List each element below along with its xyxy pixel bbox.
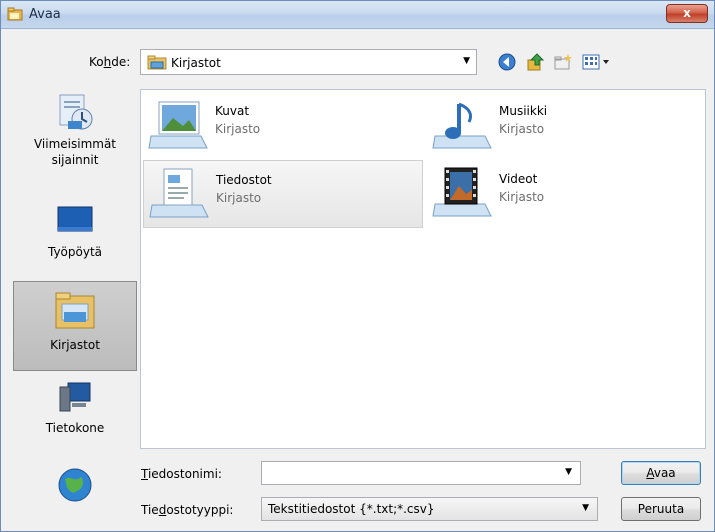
up-folder-icon[interactable] — [525, 52, 545, 72]
nav-network[interactable] — [13, 465, 137, 515]
new-folder-icon[interactable] — [553, 52, 573, 72]
filetype-label: Tiedostotyyppi: — [141, 503, 234, 517]
view-menu-icon[interactable] — [581, 52, 615, 72]
location-combo[interactable]: Kirjastot ▼ — [140, 49, 477, 75]
nav-label: Työpöytä — [47, 245, 103, 259]
folder-open-icon — [7, 7, 23, 21]
location-value: Kirjastot — [171, 56, 221, 70]
nav-desktop[interactable]: Työpöytä — [13, 193, 137, 281]
close-button[interactable]: x — [666, 4, 708, 23]
library-name: Tiedostot — [216, 173, 272, 187]
documents-library-icon — [149, 168, 209, 218]
library-folder-icon — [147, 55, 167, 70]
library-name: Musiikki — [499, 104, 548, 118]
library-type: Kirjasto — [499, 190, 545, 204]
filetype-select[interactable]: Tekstitiedostot {*.txt;*.csv} ▼ — [261, 497, 598, 521]
pictures-library-icon — [148, 101, 208, 149]
chevron-down-icon: ▼ — [463, 56, 470, 66]
library-type: Kirjasto — [499, 122, 545, 136]
library-name: Videot — [499, 172, 538, 186]
library-tile-music[interactable]: Musiikki Kirjasto — [427, 92, 707, 160]
libraries-icon — [55, 292, 95, 329]
library-type: Kirjasto — [215, 122, 261, 136]
back-icon[interactable] — [497, 52, 517, 72]
nav-label: Kirjastot — [50, 338, 100, 352]
chevron-down-icon[interactable]: ▼ — [565, 467, 572, 477]
filename-label: Tiedostonimi: — [141, 467, 222, 481]
computer-icon — [59, 382, 91, 412]
library-type: Kirjasto — [216, 191, 262, 205]
location-label: Kohde: — [89, 55, 131, 69]
file-view: Kuvat Kirjasto Musiikki Kirjasto Tiedost… — [140, 89, 706, 449]
recent-places-icon — [59, 94, 93, 130]
network-globe-icon — [58, 468, 92, 502]
library-name: Kuvat — [215, 104, 250, 118]
nav-recent-places[interactable]: Viimeisimmät sijainnit — [13, 83, 137, 193]
music-library-icon — [432, 102, 492, 149]
title-bar: Avaa x — [1, 1, 714, 29]
open-button[interactable]: Avaa — [621, 461, 701, 485]
chevron-down-icon: ▼ — [582, 503, 589, 513]
cancel-button[interactable]: Peruuta — [621, 497, 701, 521]
nav-computer[interactable]: Tietokone — [13, 375, 137, 447]
nav-label: Tietokone — [45, 421, 105, 435]
window-title: Avaa — [29, 7, 61, 22]
nav-label: Viimeisimmät sijainnit — [33, 137, 117, 167]
open-dialog: Avaa x Kohde: Kirjastot ▼ Viimeisimmät s… — [0, 0, 715, 532]
nav-libraries[interactable]: Kirjastot — [13, 281, 137, 371]
desktop-icon — [57, 206, 93, 232]
videos-library-icon — [432, 167, 492, 217]
library-tile-documents[interactable]: Tiedostot Kirjasto — [143, 160, 423, 228]
library-tile-pictures[interactable]: Kuvat Kirjasto — [143, 92, 423, 160]
filetype-value: Tekstitiedostot {*.txt;*.csv} — [268, 502, 435, 516]
filename-input[interactable]: ▼ — [261, 461, 581, 485]
navigation-pane: Viimeisimmät sijainnit Työpöytä Kirjasto… — [13, 83, 137, 523]
library-tile-videos[interactable]: Videot Kirjasto — [427, 160, 707, 228]
